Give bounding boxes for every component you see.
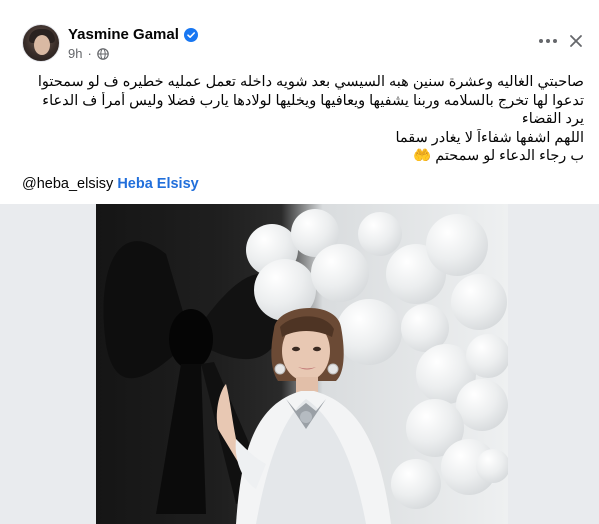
- hide-post-button[interactable]: [566, 31, 586, 51]
- more-options-button[interactable]: [536, 31, 560, 51]
- more-dots-icon: [539, 39, 557, 43]
- mention-handle: @heba_elsisy: [22, 176, 114, 192]
- author-avatar[interactable]: [22, 24, 60, 62]
- white-balloon: [456, 379, 508, 431]
- verified-badge-icon: [183, 27, 198, 42]
- author-name[interactable]: Yasmine Gamal: [68, 26, 179, 43]
- post-media[interactable]: [0, 204, 599, 524]
- white-balloon: [476, 449, 508, 483]
- white-balloon: [311, 244, 369, 302]
- facebook-post: Yasmine Gamal 9h · صاحبتي الغاليه وعشرة …: [0, 0, 599, 524]
- white-balloon: [451, 274, 507, 330]
- post-body: صاحبتي الغاليه وعشرة سنين هبه السيسي بعد…: [16, 73, 584, 166]
- post-body-line: تدعوا لها تخرج بالسلامه وربنا يشفيها ويع…: [42, 92, 584, 109]
- mention-row: @heba_elsisy Heba Elsisy: [22, 176, 199, 192]
- globe-icon[interactable]: [97, 47, 109, 60]
- post-body-line: يرد القضاء: [521, 111, 584, 127]
- author-name-row: Yasmine Gamal: [68, 26, 198, 43]
- post-photo[interactable]: [96, 204, 508, 524]
- woman-figure: [216, 308, 391, 524]
- avatar-face: [34, 35, 50, 55]
- post-header: Yasmine Gamal 9h ·: [0, 0, 599, 70]
- post-time[interactable]: 9h: [68, 46, 82, 61]
- mention-link[interactable]: Heba Elsisy: [117, 176, 198, 192]
- post-body-line: صاحبتي الغاليه وعشرة سنين هبه السيسي بعد…: [37, 74, 584, 90]
- post-meta: 9h ·: [68, 46, 109, 61]
- white-balloon: [426, 214, 488, 276]
- white-balloon: [466, 334, 508, 378]
- post-body-line: ب رجاء الدعاء لو سمحتم 🤲: [413, 148, 584, 164]
- post-body-line: اللهم اشفها شفاءاً لا يغادر سقما: [395, 129, 584, 146]
- white-balloon: [358, 212, 402, 256]
- meta-separator: ·: [87, 46, 92, 61]
- close-icon: [570, 35, 582, 47]
